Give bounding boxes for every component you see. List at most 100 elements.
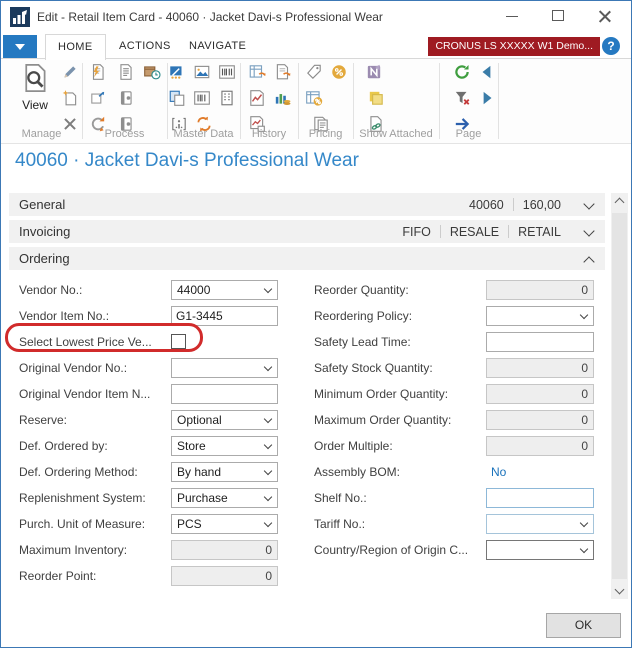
group-label-show-attached: Show Attached xyxy=(353,128,439,140)
document-lightning-icon xyxy=(89,63,107,81)
order-multiple-value: 0 xyxy=(581,437,588,455)
history-chart-button[interactable] xyxy=(248,89,266,107)
page-next-button[interactable] xyxy=(478,89,496,107)
view-button[interactable]: View xyxy=(13,61,57,119)
fasttab-invoicing-summary: FIFO RESALE RETAIL xyxy=(402,220,561,243)
minimize-icon xyxy=(506,16,518,17)
reordering-policy-label: Reordering Policy: xyxy=(314,306,484,326)
vertical-scrollbar[interactable] xyxy=(611,193,628,599)
safety-stock-quantity-value: 0 xyxy=(581,359,588,377)
ribbon: View xyxy=(1,59,631,144)
process-report-button[interactable] xyxy=(117,63,135,81)
pencil-icon xyxy=(61,63,79,81)
chevron-down-icon[interactable] xyxy=(580,311,588,319)
pricing-discounts-button[interactable] xyxy=(305,89,323,107)
edit-button[interactable] xyxy=(61,63,79,81)
process-worksheet-button[interactable] xyxy=(89,63,107,81)
history-posted-docs-button[interactable] xyxy=(274,63,292,81)
general-summary-item-no: 40060 xyxy=(469,198,504,212)
chevron-down-icon[interactable] xyxy=(583,198,594,209)
close-button[interactable] xyxy=(587,1,621,32)
reordering-policy-field[interactable] xyxy=(486,306,594,326)
help-button[interactable]: ? xyxy=(602,37,620,55)
page-clear-filter-button[interactable] xyxy=(453,89,471,107)
ribbon-tab-strip: HOME ACTIONS NAVIGATE CRONUS LS XXXXX W1… xyxy=(1,33,631,59)
scroll-down-icon[interactable] xyxy=(615,585,625,595)
fasttab-general-label: General xyxy=(19,193,65,216)
summary-divider xyxy=(513,198,514,211)
minimum-order-quantity-label: Minimum Order Quantity: xyxy=(314,384,484,404)
masterdata-barcode-mask-button[interactable] xyxy=(193,89,211,107)
country-region-of-origin-label: Country/Region of Origin C... xyxy=(314,540,484,560)
scrollbar-thumb[interactable] xyxy=(612,213,627,579)
ledger-icon xyxy=(117,89,135,107)
minimum-order-quantity-value: 0 xyxy=(581,385,588,403)
chevron-down-icon[interactable] xyxy=(583,225,594,236)
process-ledger-button[interactable] xyxy=(117,89,135,107)
application-menu-button[interactable] xyxy=(3,35,37,58)
tab-home[interactable]: HOME xyxy=(45,34,106,60)
process-availability-button[interactable] xyxy=(143,63,161,81)
pricing-percent-button[interactable] xyxy=(330,63,348,81)
reorder-point-field: 0 xyxy=(171,566,278,586)
reorder-quantity-value: 0 xyxy=(581,281,588,299)
attached-notes-button[interactable] xyxy=(367,89,385,107)
onenote-icon xyxy=(365,63,383,81)
app-icon xyxy=(10,7,30,27)
masterdata-measurements-button[interactable] xyxy=(168,63,186,81)
reorder-point-value: 0 xyxy=(265,567,272,585)
minimum-order-quantity-field: 0 xyxy=(486,384,594,404)
masterdata-company-button[interactable] xyxy=(218,89,236,107)
chevron-down-icon[interactable] xyxy=(580,545,588,553)
price-tag-icon xyxy=(305,63,323,81)
maximum-order-quantity-value: 0 xyxy=(581,411,588,429)
page-previous-button[interactable] xyxy=(478,63,496,81)
masterdata-barcode-button[interactable] xyxy=(218,63,236,81)
note-arrow-icon xyxy=(89,89,107,107)
masterdata-copy-item-button[interactable] xyxy=(168,89,186,107)
fasttab-invoicing[interactable]: Invoicing FIFO RESALE RETAIL xyxy=(9,220,605,243)
attached-onenote-button[interactable] xyxy=(365,63,383,81)
fasttab-general[interactable]: General 40060 160,00 xyxy=(9,193,605,216)
group-label-history: History xyxy=(240,128,298,140)
process-apply-template-button[interactable] xyxy=(89,89,107,107)
masterdata-picture-button[interactable] xyxy=(193,63,211,81)
history-entries-button[interactable] xyxy=(248,63,266,81)
reorder-quantity-label: Reorder Quantity: xyxy=(314,280,484,300)
fasttab-general-summary: 40060 160,00 xyxy=(469,193,561,216)
order-multiple-field: 0 xyxy=(486,436,594,456)
maximum-order-quantity-field: 0 xyxy=(486,410,594,430)
safety-lead-time-field[interactable] xyxy=(486,332,594,352)
page-refresh-button[interactable] xyxy=(453,63,471,81)
fasttab-ordering-label: Ordering xyxy=(19,247,70,270)
country-region-of-origin-field[interactable] xyxy=(486,540,594,560)
pricing-prices-button[interactable] xyxy=(305,63,323,81)
maximize-button[interactable] xyxy=(541,1,575,32)
assembly-bom-label: Assembly BOM: xyxy=(314,462,484,482)
shelf-no-field[interactable] xyxy=(486,488,594,508)
bar-chart-coins-icon xyxy=(273,89,291,107)
chevron-down-icon[interactable] xyxy=(580,519,588,527)
document-lines-icon xyxy=(117,63,135,81)
tab-navigate[interactable]: NAVIGATE xyxy=(177,34,258,59)
entries-table-icon xyxy=(248,63,266,81)
retail-item-card-window: Edit - Retail Item Card - 40060 · Jacket… xyxy=(0,0,632,648)
tab-actions[interactable]: ACTIONS xyxy=(107,34,183,59)
measure-tools-icon xyxy=(168,63,186,81)
ok-button[interactable]: OK xyxy=(546,613,621,638)
tariff-no-field[interactable] xyxy=(486,514,594,534)
minimize-button[interactable] xyxy=(495,1,529,32)
maximum-order-quantity-label: Maximum Order Quantity: xyxy=(314,410,484,430)
chevron-up-icon[interactable] xyxy=(583,256,594,267)
fasttab-ordering[interactable]: Ordering xyxy=(9,247,605,270)
chevron-down-icon xyxy=(15,44,25,50)
new-button[interactable] xyxy=(61,89,79,107)
group-label-page: Page xyxy=(439,128,498,140)
view-button-label: View xyxy=(13,98,57,112)
scroll-up-icon[interactable] xyxy=(615,198,625,208)
safety-lead-time-label: Safety Lead Time: xyxy=(314,332,484,352)
shelf-no-label: Shelf No.: xyxy=(314,488,484,508)
maximize-icon xyxy=(552,10,564,21)
history-statistics-button[interactable] xyxy=(273,89,291,107)
assembly-bom-link[interactable]: No xyxy=(491,462,506,482)
